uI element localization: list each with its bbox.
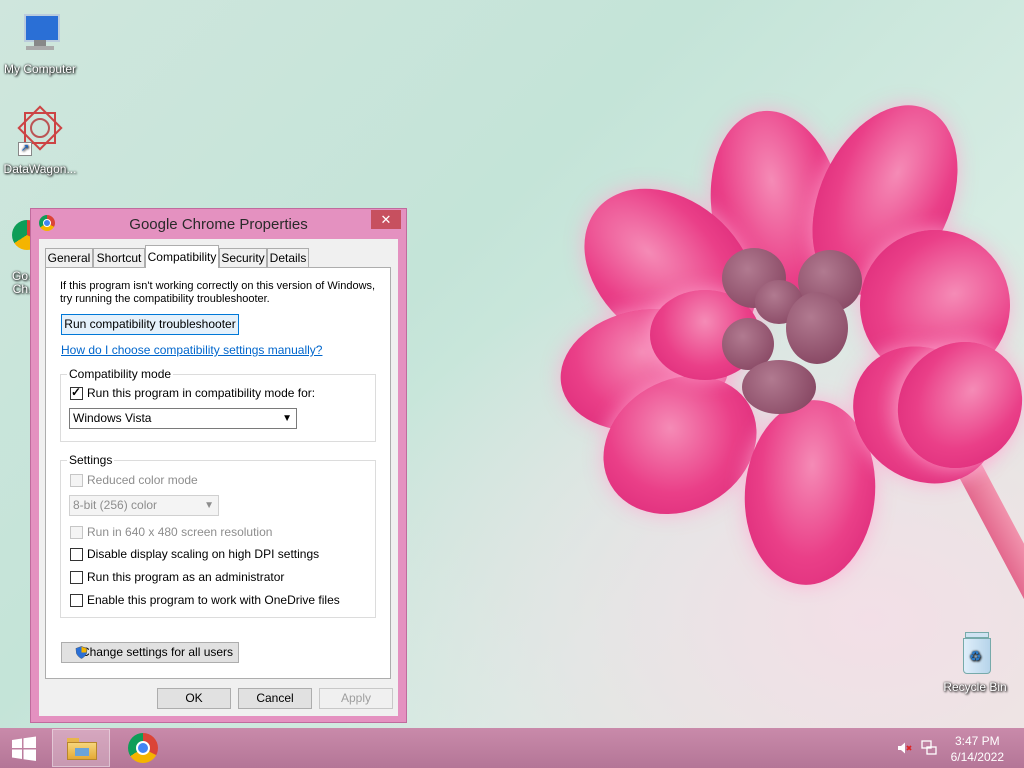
tab-details[interactable]: Details: [267, 248, 309, 267]
tab-compatibility[interactable]: Compatibility: [145, 245, 219, 268]
dialog-titlebar[interactable]: Google Chrome Properties ✕: [31, 209, 406, 237]
desktop-icon-label: My Computer: [3, 62, 77, 76]
dialog-client: General Shortcut Compatibility Security …: [39, 239, 398, 716]
chevron-down-icon: ▼: [204, 500, 214, 511]
desktop-icon-my-computer[interactable]: My Computer: [0, 12, 80, 76]
color-depth-select[interactable]: 8-bit (256) color ▼: [69, 495, 219, 516]
dialog-title: Google Chrome Properties: [129, 216, 308, 233]
run-as-admin-checkbox[interactable]: [70, 571, 83, 584]
color-depth-value: 8-bit (256) color: [73, 498, 158, 512]
help-link[interactable]: How do I choose compatibility settings m…: [61, 343, 322, 357]
os-select-value: Windows Vista: [73, 411, 152, 425]
desktop-icon-recycle-bin[interactable]: ♻ Recycle Bin: [935, 630, 1015, 694]
taskbar-chrome[interactable]: [116, 729, 172, 767]
datawagon-icon: ↗: [16, 105, 64, 160]
desktop: My Computer ↗ DataWagon... Go… Ch… ♻ Rec…: [0, 0, 1024, 728]
reduced-color-checkbox[interactable]: [70, 474, 83, 487]
run-as-admin-label: Run this program as an administrator: [87, 570, 285, 584]
tab-label: Compatibility: [147, 250, 217, 264]
run-troubleshooter-button[interactable]: Run compatibility troubleshooter: [61, 314, 239, 335]
close-icon: ✕: [380, 212, 392, 227]
onedrive-label: Enable this program to work with OneDriv…: [87, 593, 340, 607]
compat-mode-checkbox[interactable]: ✓: [70, 385, 83, 400]
chevron-down-icon: ▼: [282, 413, 292, 424]
cancel-button[interactable]: Cancel: [238, 688, 312, 709]
computer-icon: [16, 12, 64, 60]
taskbar-file-explorer[interactable]: [52, 729, 110, 767]
intro-text-line-2: try running the compatibility troublesho…: [60, 293, 270, 305]
compat-mode-label: Run this program in compatibility mode f…: [87, 386, 316, 400]
compatibility-panel: If this program isn't working correctly …: [45, 267, 391, 679]
network-icon[interactable]: [921, 740, 937, 756]
group-label: Settings: [67, 453, 115, 467]
ok-button[interactable]: OK: [157, 688, 231, 709]
properties-dialog: Google Chrome Properties ✕ General Short…: [30, 208, 407, 723]
start-button[interactable]: [6, 729, 42, 767]
desktop-icon-label: Recycle Bin: [943, 680, 1007, 694]
tab-label: Security: [221, 251, 265, 265]
tab-label: Shortcut: [96, 251, 142, 265]
disable-dpi-scaling-label: Disable display scaling on high DPI sett…: [87, 547, 320, 561]
clock-date: 6/14/2022: [950, 750, 1004, 764]
reduced-color-label: Reduced color mode: [87, 473, 198, 487]
taskbar: 3:47 PM 6/14/2022: [0, 728, 1024, 768]
settings-group: Settings Reduced color mode 8-bit (256) …: [60, 453, 376, 618]
tab-shortcut[interactable]: Shortcut: [93, 248, 145, 267]
recycle-bin-icon: ♻: [951, 630, 999, 678]
button-label: Change settings for all users: [80, 645, 234, 659]
desktop-icon-datawagon[interactable]: ↗ DataWagon...: [0, 105, 80, 176]
tab-label: Details: [269, 251, 307, 265]
change-settings-all-users-button[interactable]: Change settings for all users: [61, 642, 239, 663]
tab-security[interactable]: Security: [219, 248, 267, 267]
tab-general[interactable]: General: [45, 248, 93, 267]
apply-button[interactable]: Apply: [319, 688, 393, 709]
group-label: Compatibility mode: [67, 367, 174, 381]
uac-shield-icon: [75, 646, 88, 659]
onedrive-checkbox[interactable]: [70, 594, 83, 607]
compatibility-mode-group: Compatibility mode ✓ Run this program in…: [60, 367, 376, 442]
volume-muted-icon[interactable]: [897, 741, 913, 755]
chrome-icon: [128, 733, 158, 763]
os-select[interactable]: Windows Vista ▼: [69, 408, 297, 429]
windows-logo-icon: [12, 736, 36, 761]
checkmark-icon: ✓: [71, 385, 82, 399]
clock[interactable]: 3:47 PM 6/14/2022: [951, 733, 1004, 765]
desktop-icon-label: DataWagon...: [3, 162, 77, 176]
close-button[interactable]: ✕: [371, 210, 401, 229]
resolution-640-checkbox[interactable]: [70, 526, 83, 539]
tab-label: General: [47, 251, 91, 265]
disable-dpi-scaling-checkbox[interactable]: [70, 548, 83, 561]
folder-icon: [67, 738, 97, 760]
clock-time: 3:47 PM: [954, 734, 1000, 748]
intro-text-line-1: If this program isn't working correctly …: [60, 280, 376, 292]
resolution-640-label: Run in 640 x 480 screen resolution: [87, 525, 273, 539]
